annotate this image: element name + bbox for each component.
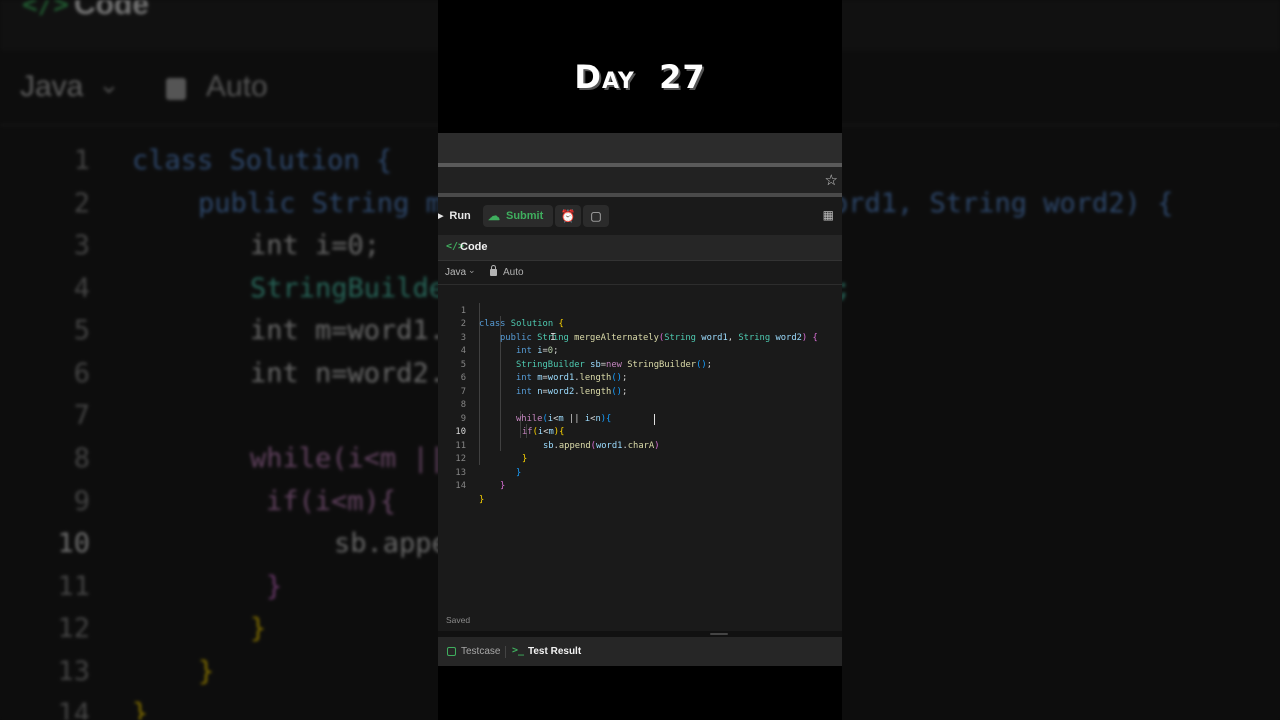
star-icon[interactable]: ☆ (825, 171, 838, 189)
code-tab-header: </> Code (438, 235, 842, 261)
bg-code-icon: </> (22, 0, 69, 20)
code-line: 7 (460, 386, 466, 397)
code-line: 10 sb.append(word1.charA) (455, 427, 660, 451)
saved-status: Saved (446, 615, 471, 625)
tab-divider (505, 646, 506, 658)
bg-chevron-down-icon: ⌄ (98, 70, 120, 100)
code-tab[interactable]: Code (460, 241, 488, 253)
alarm-clock-icon: ⏰ (560, 209, 576, 223)
terminal-icon: >_ (512, 645, 525, 656)
code-line: 4 StringBuilder sb=new StringBuilder(); (460, 346, 712, 370)
bg-auto-mode: Auto (206, 70, 268, 103)
bg-lock-icon (166, 78, 186, 100)
run-button[interactable]: ▶ Run (438, 205, 477, 227)
splitter-handle[interactable] (710, 633, 728, 635)
run-label: Run (449, 210, 471, 222)
editor-panel: ☆ ▶ Run ☁ Submit ⏰ ▢ ▦ </> Code Java ⌄ A… (438, 133, 842, 666)
alarm-clock-button[interactable]: ⏰ (555, 205, 581, 227)
language-select[interactable]: Java (445, 267, 466, 278)
submit-button[interactable]: ☁ Submit (483, 205, 553, 227)
description-bar (438, 167, 842, 193)
tab-testcase[interactable]: Testcase (461, 646, 500, 657)
code-line: 13 } (455, 467, 506, 492)
note-icon: ▢ (590, 209, 602, 223)
top-header-bar (438, 133, 842, 163)
submit-label: Submit (506, 210, 544, 222)
note-button[interactable]: ▢ (583, 205, 609, 227)
toolbar: ▶ Run ☁ Submit ⏰ ▢ ▦ (438, 197, 842, 235)
bg-code-title: Code (74, 0, 149, 21)
code-line: 2 public String mergeAlternately(String … (460, 319, 818, 343)
code-line: 6 int n=word2.length(); (460, 373, 628, 397)
layout-grid-icon[interactable]: ▦ (823, 208, 834, 222)
bottom-tab-bar: Testcase >_ Test Result (438, 637, 842, 666)
chevron-down-icon[interactable]: ⌄ (468, 266, 476, 276)
code-line: 11 } (455, 440, 528, 465)
code-editor[interactable]: 1 class Solution { 2 public String merge… (438, 285, 842, 625)
lock-icon (490, 265, 497, 276)
auto-mode-label[interactable]: Auto (503, 267, 524, 278)
text-cursor (654, 414, 655, 425)
day-title: Day 27 (574, 58, 706, 96)
code-line: 1 class Solution { (460, 305, 564, 330)
checkbox-icon (447, 647, 456, 656)
code-line: 12 } (455, 454, 522, 478)
code-line: 14 } (455, 481, 485, 505)
code-line: 9 if(i<m){ (460, 413, 565, 438)
code-line: 8 while(i<m || i<n){ (460, 400, 612, 424)
language-row: Java ⌄ Auto (438, 261, 842, 285)
tab-test-result[interactable]: Test Result (528, 646, 581, 657)
bg-language: Java (20, 70, 84, 103)
code-line: 3 int i=0; (460, 332, 559, 357)
mouse-ibeam-icon: I (550, 332, 557, 343)
code-line: 5 int m=word1.length(); (460, 359, 628, 384)
cloud-upload-icon: ☁ (488, 209, 500, 223)
play-icon: ▶ (438, 213, 444, 220)
